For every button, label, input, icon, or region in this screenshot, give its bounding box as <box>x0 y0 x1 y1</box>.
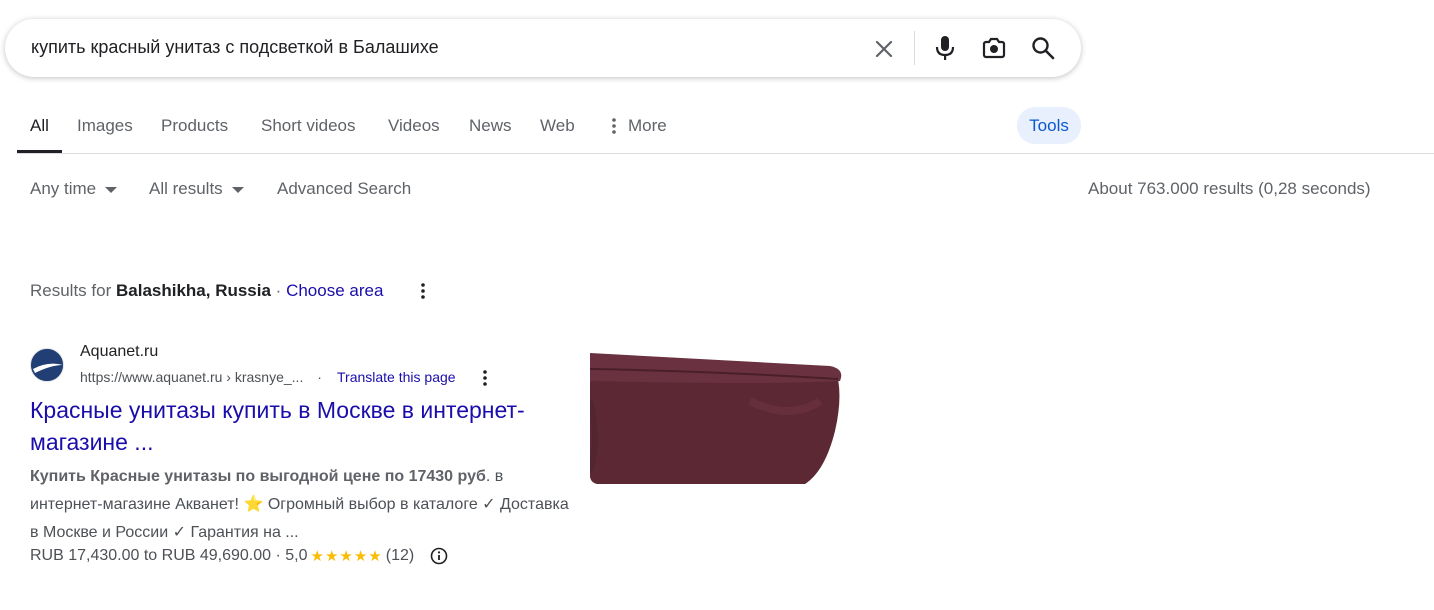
result-stats: About 763.000 results (0,28 seconds) <box>1088 179 1371 198</box>
site-favicon <box>30 348 64 382</box>
site-url-text: https://www.aquanet.ru › krasnye_... <box>80 369 304 385</box>
tools-button[interactable]: Tools <box>1017 107 1081 144</box>
info-icon[interactable] <box>430 547 448 565</box>
searchbar-divider <box>914 31 915 65</box>
lens-icon[interactable] <box>980 34 1008 62</box>
caret-down-icon <box>231 187 244 193</box>
rating-value: 5,0 <box>285 547 308 564</box>
star-emoji-icon: ⭐ <box>243 496 264 513</box>
advanced-search-link[interactable]: Advanced Search <box>277 179 411 199</box>
tab-web[interactable]: Web <box>540 116 575 136</box>
translate-link[interactable]: Translate this page <box>337 369 456 385</box>
site-url[interactable]: https://www.aquanet.ru › krasnye_... · <box>80 369 322 385</box>
result-snippet: Купить Красные унитазы по выгодной цене … <box>30 463 570 547</box>
tab-news[interactable]: News <box>469 116 512 136</box>
tab-short-videos[interactable]: Short videos <box>261 116 356 136</box>
result-thumbnail[interactable] <box>590 341 845 484</box>
tabs-divider <box>17 153 1434 154</box>
all-results-dropdown[interactable]: All results <box>149 179 244 199</box>
snippet-bold: Купить Красные унитазы по выгодной цене … <box>30 468 486 485</box>
result-menu-icon[interactable] <box>478 369 492 387</box>
rating-separator: · <box>271 547 286 564</box>
review-count: (12) <box>385 547 415 564</box>
all-results-label: All results <box>149 179 223 198</box>
location-place: Balashikha, Russia <box>115 281 271 300</box>
tab-videos[interactable]: Videos <box>388 116 440 136</box>
site-name[interactable]: Aquanet.ru <box>80 343 158 361</box>
microphone-icon[interactable] <box>931 33 959 63</box>
rating-stars: ★★★★★ <box>310 548 383 565</box>
tab-images[interactable]: Images <box>77 116 133 136</box>
price-range: RUB 17,430.00 to RUB 49,690.00 <box>30 547 272 564</box>
rich-snippet: RUB 17,430.00 to RUB 49,690.00 · 5,0 ★★★… <box>30 547 448 565</box>
search-icon[interactable] <box>1029 34 1057 62</box>
any-time-dropdown[interactable]: Any time <box>30 179 118 199</box>
clear-icon[interactable] <box>870 35 898 63</box>
result-title[interactable]: Красные унитазы купить в Москве в интерн… <box>30 394 570 458</box>
any-time-label: Any time <box>30 179 97 198</box>
location-line: Results for Balashikha, Russia · Choose … <box>30 281 383 301</box>
location-prefix: Results for <box>30 281 112 300</box>
tab-more[interactable]: More <box>628 116 667 136</box>
location-separator: · <box>270 281 287 300</box>
tab-products[interactable]: Products <box>161 116 228 136</box>
location-menu-icon[interactable] <box>416 282 430 300</box>
more-dots-icon[interactable] <box>608 117 620 135</box>
url-dot: · <box>317 369 322 385</box>
tab-all[interactable]: All <box>30 116 49 136</box>
toilet-image <box>590 341 845 484</box>
search-input[interactable]: купить красный унитаз с подсветкой в Бал… <box>31 37 439 58</box>
caret-down-icon <box>105 187 118 193</box>
choose-area-link[interactable]: Choose area <box>286 281 383 300</box>
